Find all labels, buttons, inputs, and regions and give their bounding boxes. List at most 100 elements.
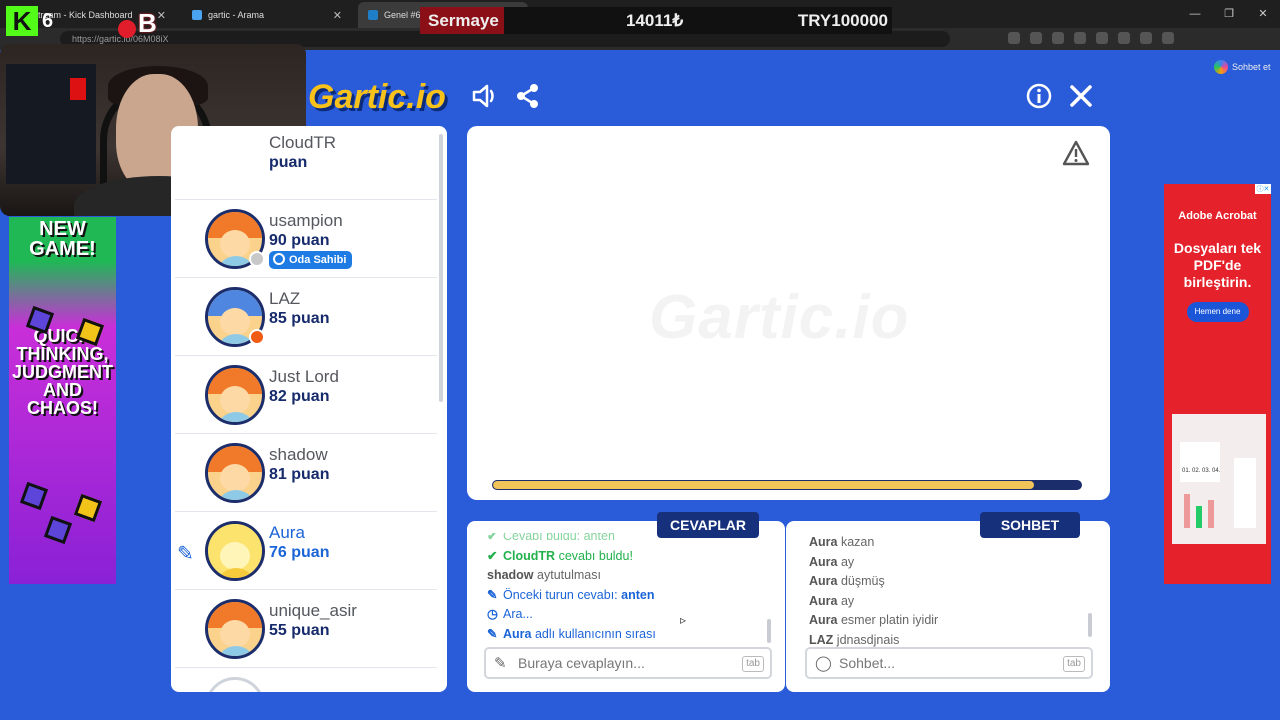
ad-document-illustration: 01. 02. 03. 04. xyxy=(1172,414,1266,544)
sermaye-target: TRY100000 xyxy=(797,10,888,30)
sermaye-overlay: Sermaye 14011₺ TRY100000 xyxy=(420,7,892,34)
answer-message: ✔ Cevabı buldu: anten xyxy=(487,533,757,547)
player-points: puan xyxy=(269,154,308,171)
right-ad-banner[interactable]: ⓘ✕ Adobe Acrobat Dosyaları tek PDF'de bi… xyxy=(1164,184,1271,584)
copilot-button[interactable]: Sohbet et xyxy=(1214,58,1271,76)
tab-gartic-search[interactable]: gartic - Arama ✕ xyxy=(182,2,352,28)
player-avatar-empty xyxy=(205,677,265,692)
player-row: Just Lord 82 puan xyxy=(175,357,437,434)
chat-scrollbar[interactable] xyxy=(1088,613,1092,637)
player-row-drawing: ✎ Aura 76 puan xyxy=(175,513,437,590)
extension-icon[interactable] xyxy=(1096,32,1108,44)
kick-overlay: K 6 B xyxy=(6,6,157,38)
player-points: 82 puan xyxy=(269,388,330,405)
favorites-icon[interactable] xyxy=(1140,32,1152,44)
read-aloud-icon[interactable] xyxy=(1030,32,1042,44)
extension-icon[interactable] xyxy=(1074,32,1086,44)
player-name: unique_asir xyxy=(269,601,357,620)
ad-cta-button[interactable]: Hemen dene xyxy=(1186,302,1249,323)
window-close-button[interactable]: ✕ xyxy=(1246,0,1280,28)
chat-message: Aura kazan xyxy=(809,535,875,549)
player-avatar xyxy=(205,365,265,425)
favorite-star-icon[interactable] xyxy=(1052,32,1064,44)
player-avatar xyxy=(205,599,265,659)
player-status-icon xyxy=(249,251,265,267)
ad-new-game-text: NEW GAME! xyxy=(29,218,96,260)
chat-panel: SOHBET Aura kazan Aura ay Aura düşmüş Au… xyxy=(786,512,1110,692)
report-warning-icon[interactable] xyxy=(1062,140,1090,173)
player-points: 90 puan xyxy=(269,232,330,249)
answer-input-box: ✎ tab xyxy=(484,647,772,679)
maximize-button[interactable]: ❐ xyxy=(1212,0,1246,28)
answer-message: ✎ Önceki turun cevabı: anten xyxy=(487,586,757,606)
round-timer-fill xyxy=(493,481,1034,489)
chat-bubble-icon: ◯ xyxy=(815,655,832,672)
apps-icon[interactable] xyxy=(1008,32,1020,44)
player-name: usampion xyxy=(269,211,343,230)
extensions-puzzle-icon[interactable] xyxy=(1118,32,1130,44)
tab-close-icon[interactable]: ✕ xyxy=(333,9,342,22)
player-name: Aura xyxy=(269,523,305,542)
answer-message: shadow aytutulması xyxy=(487,568,601,582)
check-icon: ✔ xyxy=(487,548,498,563)
pencil-icon: ✎ xyxy=(494,655,507,672)
share-icon[interactable] xyxy=(513,82,543,112)
ad-doc-text: 01. 02. 03. 04. xyxy=(1182,468,1221,474)
player-row: shadow 81 puan xyxy=(175,435,437,512)
profile-avatar-icon[interactable] xyxy=(1162,32,1174,44)
kick-logo: K xyxy=(6,6,38,36)
player-points: 81 puan xyxy=(269,466,330,483)
ad-choices-icon[interactable]: ⓘ✕ xyxy=(1255,184,1271,194)
player-status-icon xyxy=(249,329,265,345)
close-icon[interactable] xyxy=(1066,82,1096,112)
player-points: 55 puan xyxy=(269,622,330,639)
answers-panel: CEVAPLAR ✔ Cevabı buldu: anten ✔ CloudTR c… xyxy=(467,512,785,692)
gartic-logo[interactable]: Gartic.io xyxy=(308,80,446,114)
player-avatar xyxy=(205,443,265,503)
kick-count: 6 xyxy=(42,10,54,32)
tab-close-icon[interactable]: ✕ xyxy=(157,9,166,22)
clock-icon: ◷ xyxy=(487,607,498,621)
ad-card-icon xyxy=(73,493,103,523)
gartic-favicon-icon xyxy=(368,10,378,20)
ad-card-icon xyxy=(19,481,49,511)
tab-hint: tab xyxy=(742,656,764,672)
ad-tagline-text: QUICK THINKING, JUDGMENT AND CHAOS! xyxy=(11,326,113,418)
recording-dot-icon xyxy=(118,20,136,38)
pencil-icon: ✎ xyxy=(487,587,498,602)
player-avatar xyxy=(205,521,265,581)
chat-input[interactable] xyxy=(839,653,1049,673)
drawing-canvas[interactable]: Gartic.io xyxy=(467,126,1110,500)
player-points: 85 puan xyxy=(269,310,330,327)
chat-message: Aura ay xyxy=(809,554,855,569)
left-ad-banner[interactable]: NEW GAME! QUICK THINKING, JUDGMENT AND C… xyxy=(9,217,116,584)
room-owner-label: Oda Sahibi xyxy=(289,254,347,266)
minimize-button[interactable]: — xyxy=(1178,0,1212,28)
player-row: LAZ 85 puan xyxy=(175,279,437,356)
tab-hint: tab xyxy=(1063,656,1085,672)
turkish-flag xyxy=(70,78,86,100)
info-icon[interactable] xyxy=(1024,82,1054,112)
tab-title: gartic - Arama xyxy=(208,10,265,20)
chat-message: Aura esmer platin iyidir xyxy=(809,613,939,627)
check-icon: ✔ xyxy=(487,533,498,543)
b-letter: B xyxy=(138,8,157,38)
browser-toolbar-icons xyxy=(1008,32,1174,44)
player-row xyxy=(175,669,437,692)
window-controls: — ❐ ✕ xyxy=(1178,0,1280,28)
room-owner-badge: Oda Sahibi xyxy=(269,251,353,269)
volume-icon[interactable] xyxy=(470,82,500,112)
answers-scrollbar[interactable] xyxy=(767,619,771,643)
player-row: usampion 90 puan Oda Sahibi xyxy=(175,201,437,278)
players-scrollbar[interactable] xyxy=(439,134,443,402)
copilot-icon xyxy=(1214,60,1228,74)
player-row: CloudTR puan xyxy=(175,126,437,200)
pencil-icon: ✎ xyxy=(177,543,194,565)
ad-card-icon xyxy=(43,515,73,545)
answers-messages: ✔ Cevabı buldu: anten ✔ CloudTR cevabı bul… xyxy=(487,533,757,651)
players-list: CloudTR puan usampion 90 puan Oda Sahibi… xyxy=(171,126,447,692)
copilot-label: Sohbet et xyxy=(1232,62,1271,72)
chat-messages: Aura kazan Aura ay Aura düşmüş Aura ay A… xyxy=(809,533,1079,651)
ad-brand: Adobe Acrobat xyxy=(1178,210,1257,222)
answer-input[interactable] xyxy=(518,653,728,673)
